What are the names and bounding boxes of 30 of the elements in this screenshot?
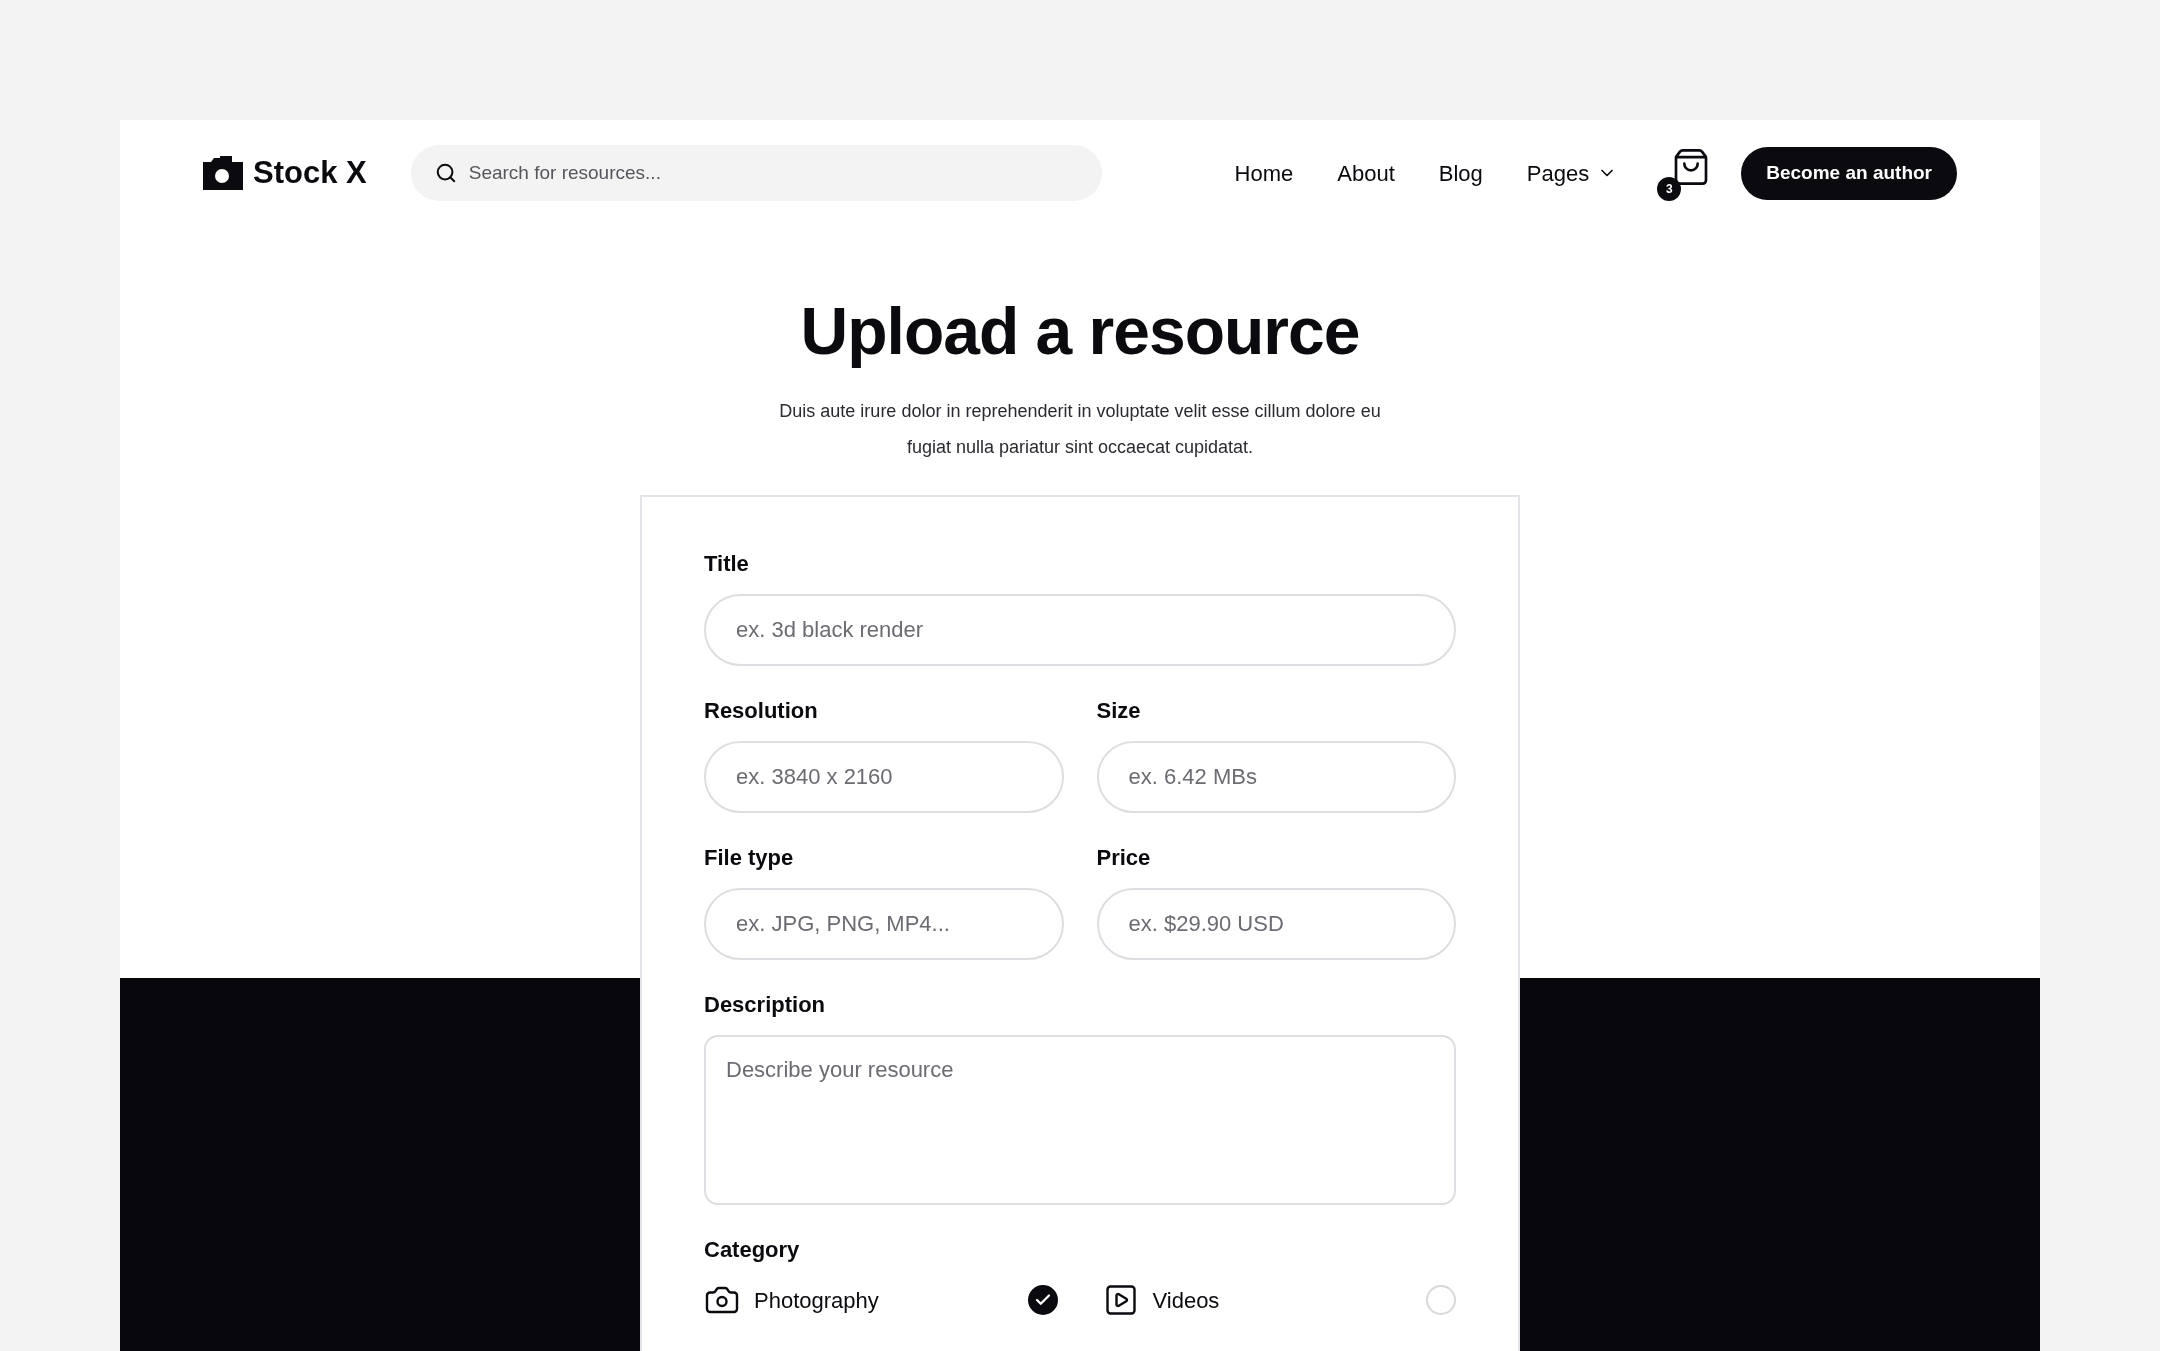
input-field[interactable]: ex. $29.90 USD: [1096, 888, 1456, 960]
search-field[interactable]: Search for resources...: [410, 145, 1102, 201]
category-option[interactable]: Photography: [704, 1282, 1058, 1318]
cart-count-badge: 3: [1657, 177, 1682, 201]
field-label: Description: [704, 991, 827, 1019]
field-label: Category: [704, 1236, 801, 1264]
page-title: Upload a resource: [800, 293, 1360, 370]
category-option[interactable]: Videos: [1102, 1282, 1456, 1318]
nav-link[interactable]: Home: [1234, 156, 1294, 190]
radio-indicator[interactable]: [1027, 1285, 1058, 1315]
nav-link[interactable]: About: [1337, 156, 1395, 190]
input-field[interactable]: ex. 3d black render: [704, 594, 1456, 666]
field-label: File type: [704, 844, 795, 872]
input-field[interactable]: ex. 3840 x 2160: [704, 741, 1064, 813]
field-label: Resolution: [704, 697, 819, 725]
logo-text[interactable]: Stock X: [253, 149, 367, 197]
nav-link[interactable]: Blog: [1438, 156, 1483, 190]
description-textarea[interactable]: Describe your resource: [704, 1035, 1456, 1205]
field-label: Price: [1096, 844, 1152, 872]
camera-logo-icon: [203, 156, 243, 190]
cart-button[interactable]: 3: [1657, 145, 1712, 201]
page-subtitle: Duis aute irure dolor in reprehenderit in voluptate velit esse cillum dolore eu fugiat nulla pariatur sint occaecat cupidatat.: [778, 400, 1382, 459]
input-field[interactable]: ex. JPG, PNG, MP4...: [704, 888, 1064, 960]
input-field[interactable]: ex. 6.42 MBs: [1096, 741, 1456, 813]
nav-link[interactable]: Pages: [1526, 156, 1618, 190]
radio-indicator[interactable]: [1426, 1285, 1456, 1315]
search-icon: [434, 162, 457, 184]
field-label: Size: [1096, 697, 1142, 725]
become-author-button[interactable]: Become an author: [1741, 146, 1957, 200]
field-label: Title: [704, 550, 750, 578]
